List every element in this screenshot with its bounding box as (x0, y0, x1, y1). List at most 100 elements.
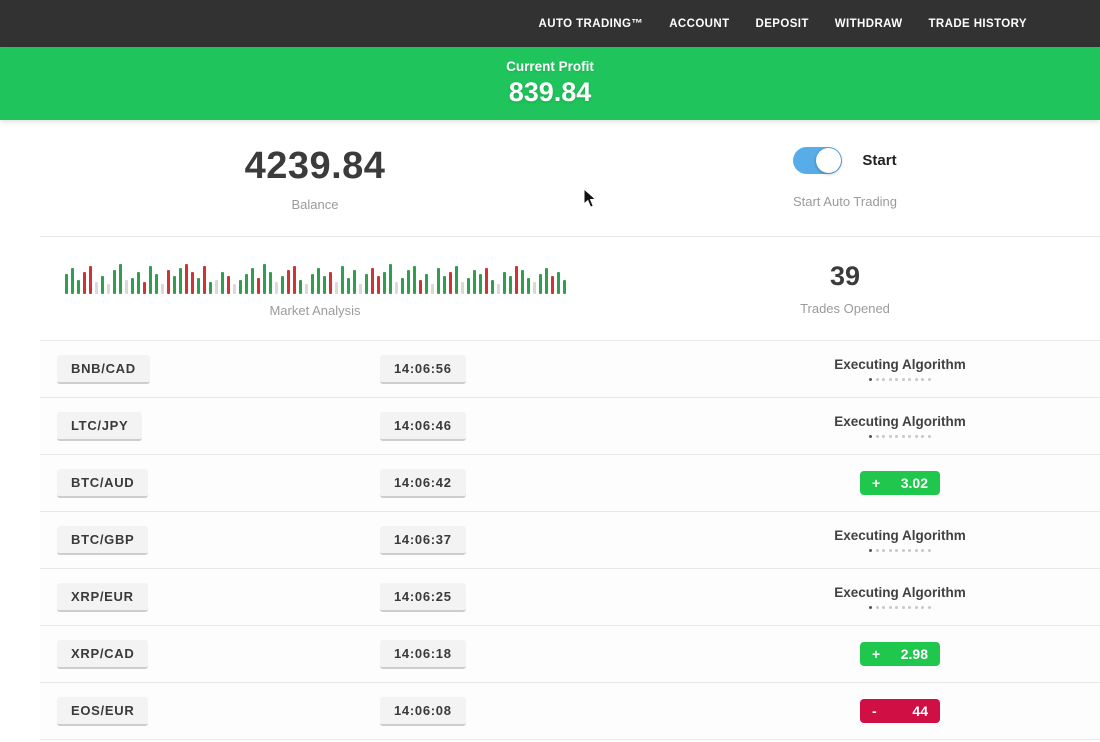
market-bar (305, 284, 308, 294)
pair-badge: BTC/GBP (57, 526, 148, 555)
loading-dot (908, 378, 911, 381)
loading-dot (876, 435, 879, 438)
trade-row: EOS/EUR14:06:08-44 (40, 683, 1100, 740)
pair-badge: LTC/JPY (57, 412, 142, 441)
loading-dot (869, 606, 872, 609)
pair-badge: XRP/CAD (57, 640, 148, 669)
nav-item-auto-trading[interactable]: AUTO TRADING™ (539, 18, 644, 30)
trades-opened-value: 39 (830, 261, 860, 292)
loading-dot (882, 549, 885, 552)
trades-opened-block: 39 Trades Opened (590, 237, 1100, 340)
loading-dot (928, 549, 931, 552)
market-bar (161, 284, 164, 294)
loading-dots (869, 549, 931, 552)
profit-banner: Current Profit 839.84 (0, 47, 1100, 120)
pair-badge: XRP/EUR (57, 583, 148, 612)
time-badge: 14:06:56 (380, 355, 466, 384)
market-bar (407, 270, 410, 294)
loading-dot (902, 378, 905, 381)
loading-dot (928, 606, 931, 609)
market-bar (329, 272, 332, 294)
market-analysis-label: Market Analysis (269, 303, 360, 318)
loading-dot (882, 378, 885, 381)
market-bar (125, 280, 128, 294)
market-bar (353, 270, 356, 294)
loading-dot (928, 435, 931, 438)
market-bar (377, 276, 380, 294)
market-bar (287, 270, 290, 294)
market-bar (323, 276, 326, 294)
market-bar (167, 270, 170, 294)
market-bar (479, 274, 482, 294)
pair-badge: BNB/CAD (57, 355, 150, 384)
market-bar (119, 264, 122, 294)
loading-dot (895, 378, 898, 381)
market-bar (71, 268, 74, 294)
executing-status-label: Executing Algorithm (834, 357, 966, 372)
market-bar (371, 268, 374, 294)
market-bar (113, 270, 116, 294)
market-bar (311, 274, 314, 294)
market-bar (293, 266, 296, 294)
market-bar (467, 278, 470, 294)
market-bar (185, 264, 188, 294)
time-badge: 14:06:37 (380, 526, 466, 555)
executing-status-label: Executing Algorithm (834, 414, 966, 429)
loss-badge: -44 (860, 699, 940, 723)
market-bar (77, 280, 80, 294)
loading-dot (869, 378, 872, 381)
market-bar (515, 266, 518, 294)
nav-item-trade-history[interactable]: TRADE HISTORY (929, 18, 1028, 30)
loading-dot (902, 606, 905, 609)
loading-dot (889, 435, 892, 438)
market-bar (137, 272, 140, 294)
market-bar (215, 280, 218, 294)
market-bar (155, 274, 158, 294)
stats-top-section: 4239.84 Balance Start Start Auto Trading (40, 120, 1100, 237)
market-bar (389, 264, 392, 294)
loading-dot (895, 606, 898, 609)
loading-dot (908, 549, 911, 552)
market-analysis-chart (65, 260, 566, 294)
market-bar (239, 280, 242, 294)
market-bar (473, 270, 476, 294)
trade-row: XRP/EUR14:06:25Executing Algorithm (40, 569, 1100, 626)
market-bar (401, 278, 404, 294)
market-bar (95, 282, 98, 294)
market-bar (191, 272, 194, 294)
market-bar (209, 282, 212, 294)
loading-dot (915, 549, 918, 552)
market-bar (173, 276, 176, 294)
market-bar (203, 266, 206, 294)
market-bar (521, 270, 524, 294)
trade-row: BTC/AUD14:06:42+3.02 (40, 455, 1100, 512)
market-bar (533, 282, 536, 294)
trade-row: XRP/CAD14:06:18+2.98 (40, 626, 1100, 683)
market-bar (197, 278, 200, 294)
loading-dots (869, 435, 931, 438)
loading-dot (869, 435, 872, 438)
nav-item-withdraw[interactable]: WITHDRAW (835, 18, 903, 30)
nav-items: AUTO TRADING™ ACCOUNT DEPOSIT WITHDRAW TRADE… (539, 18, 1027, 30)
profit-badge: +3.02 (860, 471, 940, 495)
auto-trading-toggle[interactable] (793, 147, 842, 174)
time-badge: 14:06:18 (380, 640, 466, 669)
balance-block: 4239.84 Balance (40, 120, 590, 236)
market-bar (539, 274, 542, 294)
market-bar (395, 282, 398, 294)
nav-item-account[interactable]: ACCOUNT (669, 18, 729, 30)
result-sign: + (872, 475, 880, 491)
loading-dot (902, 549, 905, 552)
market-bar (317, 268, 320, 294)
loading-dot (921, 549, 924, 552)
market-bar (131, 278, 134, 294)
pair-badge: EOS/EUR (57, 697, 148, 726)
time-badge: 14:06:25 (380, 583, 466, 612)
loading-dots (869, 378, 931, 381)
loading-dot (915, 606, 918, 609)
market-bar (335, 282, 338, 294)
market-bar (107, 284, 110, 294)
market-bar (257, 278, 260, 294)
nav-item-deposit[interactable]: DEPOSIT (756, 18, 809, 30)
market-bar (563, 280, 566, 294)
